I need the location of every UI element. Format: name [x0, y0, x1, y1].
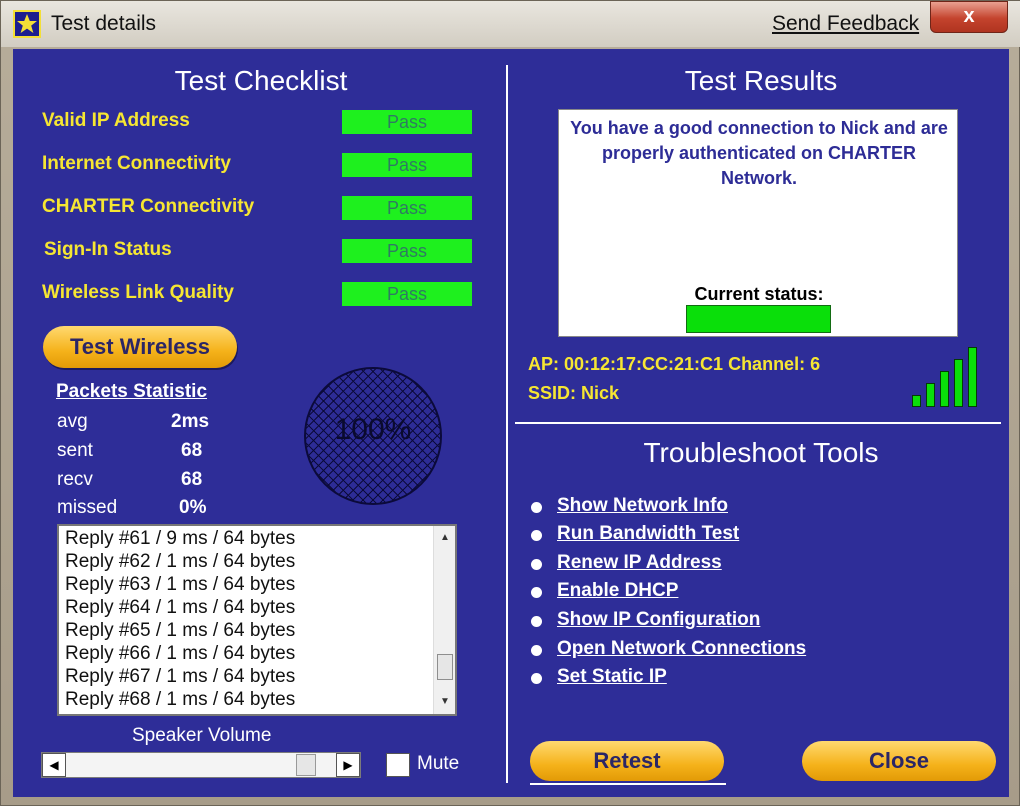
- retest-button[interactable]: Retest: [530, 741, 724, 781]
- scroll-right-arrow-icon[interactable]: ▶: [336, 753, 360, 777]
- ping-reply-list[interactable]: Reply #61 / 9 ms / 64 bytes Reply #62 / …: [57, 524, 457, 716]
- check-label-wireless-link: Wireless Link Quality: [42, 282, 235, 303]
- run-bandwidth-test-link[interactable]: Run Bandwidth Test: [557, 523, 739, 545]
- mute-checkbox[interactable]: [386, 753, 410, 777]
- close-icon: x: [963, 5, 975, 27]
- close-window-button[interactable]: x: [930, 1, 1008, 33]
- packets-statistic-heading: Packets Statistic: [56, 381, 208, 402]
- check-label-charter: CHARTER Connectivity: [42, 196, 255, 217]
- success-rate-gauge: 100%: [304, 367, 442, 505]
- checklist-title: Test Checklist: [174, 65, 348, 96]
- test-wireless-button[interactable]: Test Wireless: [43, 326, 237, 368]
- close-button[interactable]: Close: [802, 741, 996, 781]
- speaker-volume-slider[interactable]: ◀ ▶: [41, 752, 361, 778]
- stat-label-sent: sent: [57, 440, 93, 461]
- current-status-label: Current status:: [694, 284, 824, 304]
- section-divider: [515, 422, 1001, 424]
- bullet-icon: [531, 587, 542, 598]
- show-ip-configuration-link[interactable]: Show IP Configuration: [557, 609, 760, 631]
- list-item: Reply #66 / 1 ms / 64 bytes: [65, 643, 296, 664]
- bullet-icon: [531, 616, 542, 627]
- stat-value-recv: 68: [181, 469, 203, 490]
- renew-ip-address-link[interactable]: Renew IP Address: [557, 552, 722, 574]
- troubleshoot-title: Troubleshoot Tools: [643, 437, 879, 468]
- check-label-valid-ip: Valid IP Address: [42, 110, 190, 131]
- open-network-connections-link[interactable]: Open Network Connections: [557, 638, 806, 660]
- check-status-wireless-link: Pass: [342, 282, 472, 306]
- list-item: Reply #61 / 9 ms / 64 bytes: [65, 528, 296, 549]
- main-panel: Test Checklist Valid IP Address Pass Int…: [13, 49, 1009, 797]
- bullet-icon: [531, 502, 542, 513]
- scrollbar-thumb[interactable]: [437, 654, 453, 680]
- show-network-info-link[interactable]: Show Network Info: [557, 495, 728, 517]
- stat-label-recv: recv: [57, 469, 93, 490]
- result-box: You have a good connection to Nick and a…: [558, 109, 958, 337]
- mute-label: Mute: [417, 753, 460, 774]
- result-message: You have a good connection to Nick and a…: [570, 118, 948, 188]
- ssid-info: SSID: Nick: [528, 383, 620, 403]
- list-item: Reply #63 / 1 ms / 64 bytes: [65, 574, 296, 595]
- speaker-volume-label: Speaker Volume: [132, 725, 272, 746]
- window-title: Test details: [51, 12, 157, 35]
- results-title: Test Results: [684, 65, 838, 96]
- star-icon: [13, 10, 41, 38]
- title-bar[interactable]: Test details Send Feedback x: [1, 1, 1020, 47]
- check-status-internet: Pass: [342, 153, 472, 177]
- list-item: Reply #68 / 1 ms / 64 bytes: [65, 689, 296, 710]
- signal-bar: [912, 395, 921, 407]
- list-item: Reply #62 / 1 ms / 64 bytes: [65, 551, 296, 572]
- bullet-icon: [531, 673, 542, 684]
- signal-bar: [940, 371, 949, 407]
- signal-bar: [926, 383, 935, 407]
- enable-dhcp-link[interactable]: Enable DHCP: [557, 580, 678, 602]
- bullet-icon: [531, 530, 542, 541]
- check-status-valid-ip: Pass: [342, 110, 472, 134]
- signal-bar: [968, 347, 977, 407]
- scroll-up-arrow-icon[interactable]: ▲: [434, 528, 455, 548]
- send-feedback-link[interactable]: Send Feedback: [772, 12, 919, 36]
- check-status-charter: Pass: [342, 196, 472, 220]
- stat-label-avg: avg: [57, 411, 88, 432]
- list-item: Reply #64 / 1 ms / 64 bytes: [65, 597, 296, 618]
- volume-slider-thumb[interactable]: [296, 754, 316, 776]
- current-status-indicator: [686, 305, 831, 333]
- check-label-sign-in: Sign-In Status: [44, 239, 172, 260]
- test-details-window: Test details Send Feedback x Test Checkl…: [0, 0, 1020, 806]
- bullet-icon: [531, 645, 542, 656]
- retest-underline: [530, 783, 726, 785]
- stat-value-sent: 68: [181, 440, 203, 461]
- scroll-down-arrow-icon[interactable]: ▼: [434, 692, 455, 712]
- reply-list-scrollbar[interactable]: ▲ ▼: [433, 526, 455, 714]
- check-label-internet: Internet Connectivity: [42, 153, 231, 174]
- stat-label-missed: missed: [57, 497, 118, 518]
- stat-value-missed: 0%: [179, 497, 207, 518]
- column-divider: [506, 65, 508, 783]
- list-item: Reply #67 / 1 ms / 64 bytes: [65, 666, 296, 687]
- gauge-percentage: 100%: [334, 413, 412, 446]
- set-static-ip-link[interactable]: Set Static IP: [557, 666, 667, 688]
- scroll-left-arrow-icon[interactable]: ◀: [42, 753, 66, 777]
- access-point-info: AP: 00:12:17:CC:21:C1 Channel: 6: [528, 354, 821, 374]
- list-item: Reply #65 / 1 ms / 64 bytes: [65, 620, 296, 641]
- signal-bar: [954, 359, 963, 407]
- signal-strength-icon: [912, 345, 982, 407]
- check-status-sign-in: Pass: [342, 239, 472, 263]
- stat-value-avg: 2ms: [171, 411, 210, 432]
- bullet-icon: [531, 559, 542, 570]
